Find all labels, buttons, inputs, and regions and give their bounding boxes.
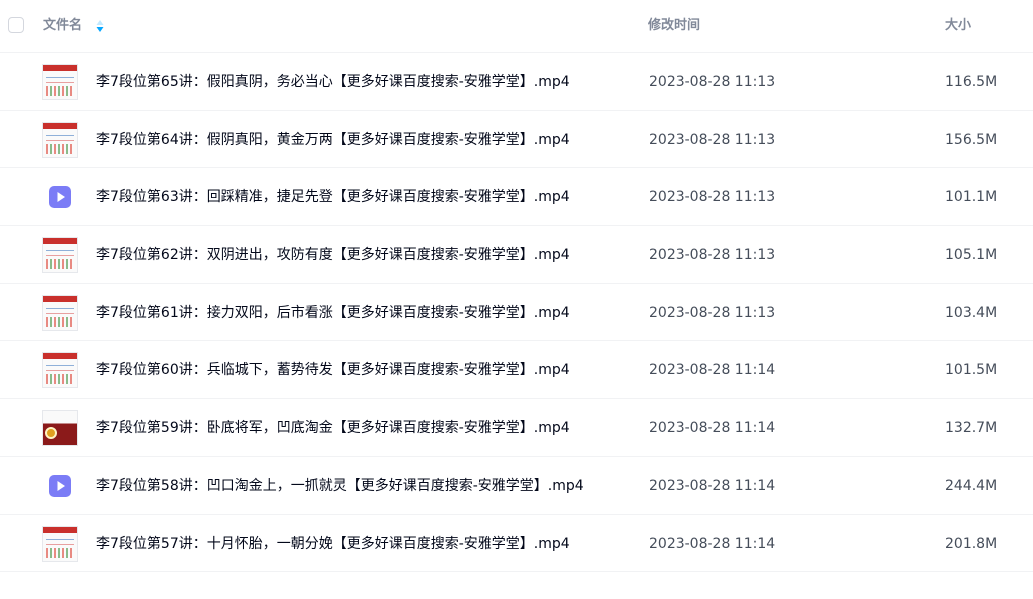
file-size: 201.8M: [945, 535, 998, 552]
file-row[interactable]: 李7段位第60讲：兵临城下，蓄势待发【更多好课百度搜索-安雅学堂】.mp4 20…: [0, 341, 1033, 400]
file-row[interactable]: 李7段位第59讲：卧底将军，凹底淘金【更多好课百度搜索-安雅学堂】.mp4 20…: [0, 399, 1033, 457]
file-name[interactable]: 李7段位第58讲：凹口淘金上，一抓就灵【更多好课百度搜索-安雅学堂】.mp4: [96, 477, 584, 495]
file-size: 105.1M: [945, 247, 998, 264]
file-name[interactable]: 李7段位第63讲：回踩精准，捷足先登【更多好课百度搜索-安雅学堂】.mp4: [96, 188, 570, 206]
video-file-icon: [48, 185, 72, 209]
video-preview-thumbnail: [42, 410, 78, 447]
file-name[interactable]: 李7段位第60讲：兵临城下，蓄势待发【更多好课百度搜索-安雅学堂】.mp4: [96, 361, 570, 379]
file-row[interactable]: 李7段位第64讲：假阴真阳，黄金万两【更多好课百度搜索-安雅学堂】.mp4 20…: [0, 111, 1033, 169]
file-modified-time: 2023-08-28 11:14: [649, 420, 776, 437]
file-name[interactable]: 李7段位第62讲：双阴进出，攻防有度【更多好课百度搜索-安雅学堂】.mp4: [96, 246, 570, 264]
file-name[interactable]: 李7段位第61讲：接力双阳，后市看涨【更多好课百度搜索-安雅学堂】.mp4: [96, 304, 570, 322]
column-header-modified-time[interactable]: 修改时间: [648, 17, 700, 35]
video-preview-thumbnail: [42, 121, 78, 158]
file-modified-time: 2023-08-28 11:14: [649, 477, 776, 494]
file-size: 101.1M: [945, 189, 998, 206]
file-list-header: 文件名 修改时间 大小: [0, 0, 1033, 53]
file-size: 132.7M: [945, 420, 998, 437]
file-modified-time: 2023-08-28 11:13: [649, 131, 776, 148]
video-file-icon: [48, 474, 72, 498]
file-name[interactable]: 李7段位第57讲：十月怀胎，一朝分娩【更多好课百度搜索-安雅学堂】.mp4: [96, 535, 570, 553]
file-name[interactable]: 李7段位第64讲：假阴真阳，黄金万两【更多好课百度搜索-安雅学堂】.mp4: [96, 131, 570, 149]
sort-icon[interactable]: [95, 18, 105, 34]
file-size: 101.5M: [945, 362, 998, 379]
file-row[interactable]: 李7段位第61讲：接力双阳，后市看涨【更多好课百度搜索-安雅学堂】.mp4 20…: [0, 284, 1033, 342]
file-name[interactable]: 李7段位第65讲：假阳真阴，务必当心【更多好课百度搜索-安雅学堂】.mp4: [96, 73, 570, 91]
file-modified-time: 2023-08-28 11:14: [649, 362, 776, 379]
file-size: 103.4M: [945, 304, 998, 321]
file-rows: 李7段位第65讲：假阳真阴，务必当心【更多好课百度搜索-安雅学堂】.mp4 20…: [0, 53, 1033, 573]
file-size: 244.4M: [945, 477, 998, 494]
file-modified-time: 2023-08-28 11:13: [649, 247, 776, 264]
file-modified-time: 2023-08-28 11:13: [649, 304, 776, 321]
video-preview-thumbnail: [42, 525, 78, 562]
file-row[interactable]: 李7段位第62讲：双阴进出，攻防有度【更多好课百度搜索-安雅学堂】.mp4 20…: [0, 226, 1033, 284]
file-size: 156.5M: [945, 131, 998, 148]
file-modified-time: 2023-08-28 11:14: [649, 535, 776, 552]
video-preview-thumbnail: [42, 352, 78, 389]
file-row[interactable]: 李7段位第57讲：十月怀胎，一朝分娩【更多好课百度搜索-安雅学堂】.mp4 20…: [0, 515, 1033, 573]
file-row[interactable]: 李7段位第58讲：凹口淘金上，一抓就灵【更多好课百度搜索-安雅学堂】.mp4 2…: [0, 457, 1033, 515]
file-size: 116.5M: [945, 74, 998, 90]
file-modified-time: 2023-08-28 11:13: [649, 74, 776, 90]
file-modified-time: 2023-08-28 11:13: [649, 189, 776, 206]
file-row[interactable]: 李7段位第65讲：假阳真阴，务必当心【更多好课百度搜索-安雅学堂】.mp4 20…: [0, 53, 1033, 111]
file-row[interactable]: 李7段位第63讲：回踩精准，捷足先登【更多好课百度搜索-安雅学堂】.mp4 20…: [0, 168, 1033, 227]
select-all-checkbox[interactable]: [8, 17, 24, 33]
column-header-name[interactable]: 文件名: [43, 17, 82, 35]
video-preview-thumbnail: [42, 294, 78, 331]
video-file-icon-shape: [49, 474, 71, 497]
video-preview-thumbnail: [42, 237, 78, 274]
column-header-size[interactable]: 大小: [945, 17, 971, 35]
video-file-icon-shape: [49, 186, 71, 209]
file-list-view: 文件名 修改时间 大小 李7段位第65讲：假阳真阴，务必当心【更多好课百度搜索-…: [0, 0, 1033, 599]
file-name[interactable]: 李7段位第59讲：卧底将军，凹底淘金【更多好课百度搜索-安雅学堂】.mp4: [96, 419, 570, 437]
video-preview-thumbnail: [42, 64, 78, 100]
